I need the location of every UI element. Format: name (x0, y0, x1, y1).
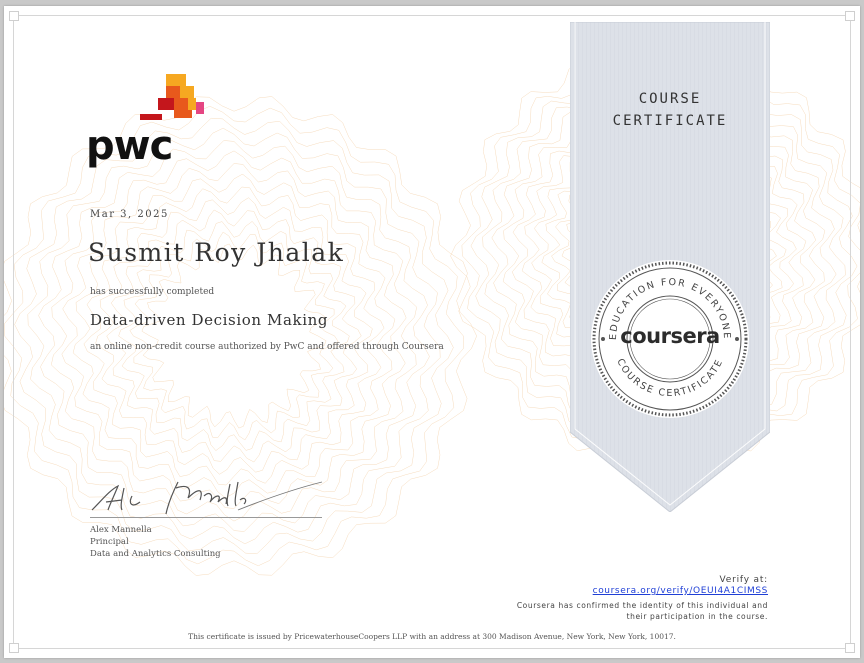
signer-name: Alex Mannella (90, 525, 152, 535)
pwc-logo-mark-icon (140, 74, 204, 120)
verify-note-line2: their participation in the course. (626, 612, 768, 621)
ribbon-title-line1: COURSE (638, 91, 702, 107)
verify-block: Verify at: coursera.org/verify/OEUI4A1CI… (517, 575, 768, 622)
course-name: Data-driven Decision Making (90, 311, 329, 329)
issue-date: Mar 3, 2025 (90, 209, 169, 220)
pwc-wordmark: pwc (86, 123, 173, 169)
signer-block: Alex Mannella Principal Data and Analyti… (90, 524, 221, 560)
ribbon-title-line2: CERTIFICATE (612, 113, 728, 129)
certificate-sheet: pwc Mar 3, 2025 Susmit Roy Jhalak has su… (4, 6, 860, 658)
verify-label: Verify at: (719, 575, 768, 585)
signer-title: Principal (90, 537, 129, 547)
footer-issuer-statement: This certificate is issued by Pricewater… (188, 632, 676, 641)
corner-ornament (845, 11, 855, 21)
completed-text: has successfully completed (90, 287, 215, 297)
ribbon-title: COURSE CERTIFICATE (570, 88, 770, 132)
course-description: an online non-credit course authorized b… (90, 342, 444, 352)
corner-ornament (845, 643, 855, 653)
coursera-wordmark: coursera (620, 324, 720, 348)
verify-link[interactable]: coursera.org/verify/OEUI4A1CIMSS (517, 586, 768, 596)
signature-line (90, 517, 322, 518)
verify-note: Coursera has confirmed the identity of t… (517, 600, 768, 622)
signer-department: Data and Analytics Consulting (90, 549, 221, 559)
corner-ornament (9, 643, 19, 653)
verify-note-line1: Coursera has confirmed the identity of t… (516, 601, 768, 610)
corner-ornament (9, 11, 19, 21)
recipient-name: Susmit Roy Jhalak (88, 238, 345, 267)
signature-icon (91, 481, 323, 515)
